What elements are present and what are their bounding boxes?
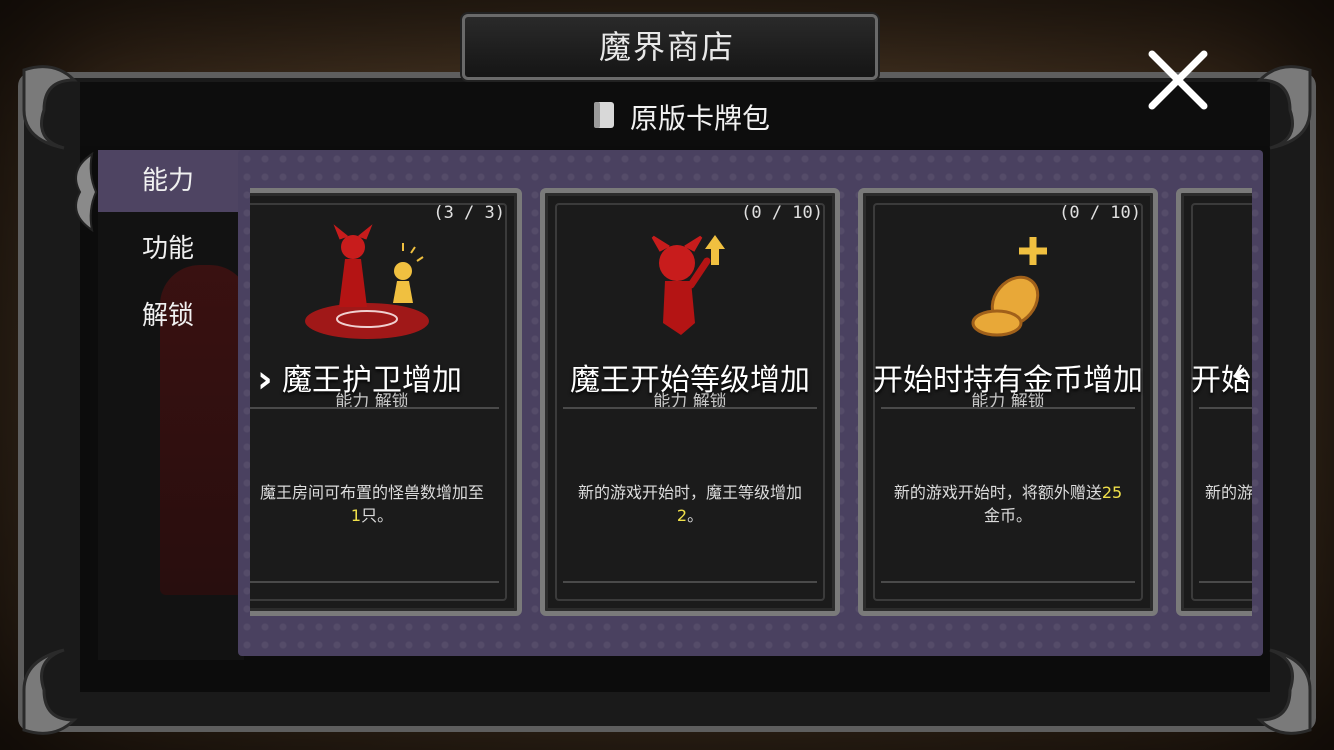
demon-guard-icon [305,224,429,339]
scroll-left-arrow-icon[interactable]: › [257,357,273,401]
close-icon[interactable] [1144,46,1212,114]
upgrade-card-demon-level[interactable]: (0 / 10) 魔王开始等级增加 能力 解锁 新的游戏开始时，魔王等级增加 2。 [540,188,840,616]
card-divider [563,407,817,409]
card-divider [1199,407,1252,409]
card-description: 新的游 [1205,483,1252,502]
card-description: 新的游戏开始时，魔王等级增加 2。 [577,483,802,525]
scroll-right-arrow-icon[interactable]: ‹ [1232,352,1248,396]
corner-ornament-icon [22,648,78,735]
corner-ornament-icon [1256,65,1312,150]
card-pack-icon [594,102,614,128]
tab-ability[interactable]: 能力 [98,150,248,212]
card-count: (0 / 10) [741,203,823,223]
corner-ornament-icon [22,65,78,150]
tab-ornament-icon [75,151,98,233]
gold-coins-icon [971,237,1047,337]
card-divider [881,581,1135,583]
demon-levelup-icon [651,235,725,335]
pack-title: 原版卡牌包 [630,102,771,135]
upgrade-card-start-gold[interactable]: (0 / 10) 开始时持有金币增加 能力 解锁 新的游戏开始时，将额外赠送25… [858,188,1158,616]
window-title: 魔界商店 [598,28,735,66]
upgrade-card-demon-guard[interactable]: (3 / 3) 魔王护卫增加 能力 解锁 魔王房间可布置的怪兽数增加至 1只。 › [250,188,522,616]
tab-unlock[interactable]: 解锁 [98,285,248,347]
card-divider [250,581,499,583]
card-count: (0 / 10) [1059,203,1141,223]
card-divider [1199,581,1252,583]
upgrade-card-list[interactable]: (3 / 3) 魔王护卫增加 能力 解锁 魔王房间可布置的怪兽数增加至 1只。 ›… [250,188,1252,618]
upgrade-card-partial[interactable]: 开始 新的游 [1176,188,1252,616]
card-divider [250,407,499,409]
card-description: 新的游戏开始时，将额外赠送25 金币。 [893,483,1123,525]
card-inner-border [1191,203,1252,601]
card-description: 魔王房间可布置的怪兽数增加至 1只。 [259,483,484,525]
card-count: (3 / 3) [433,203,505,223]
tab-function[interactable]: 功能 [98,218,248,280]
card-divider [881,407,1135,409]
card-divider [563,581,817,583]
